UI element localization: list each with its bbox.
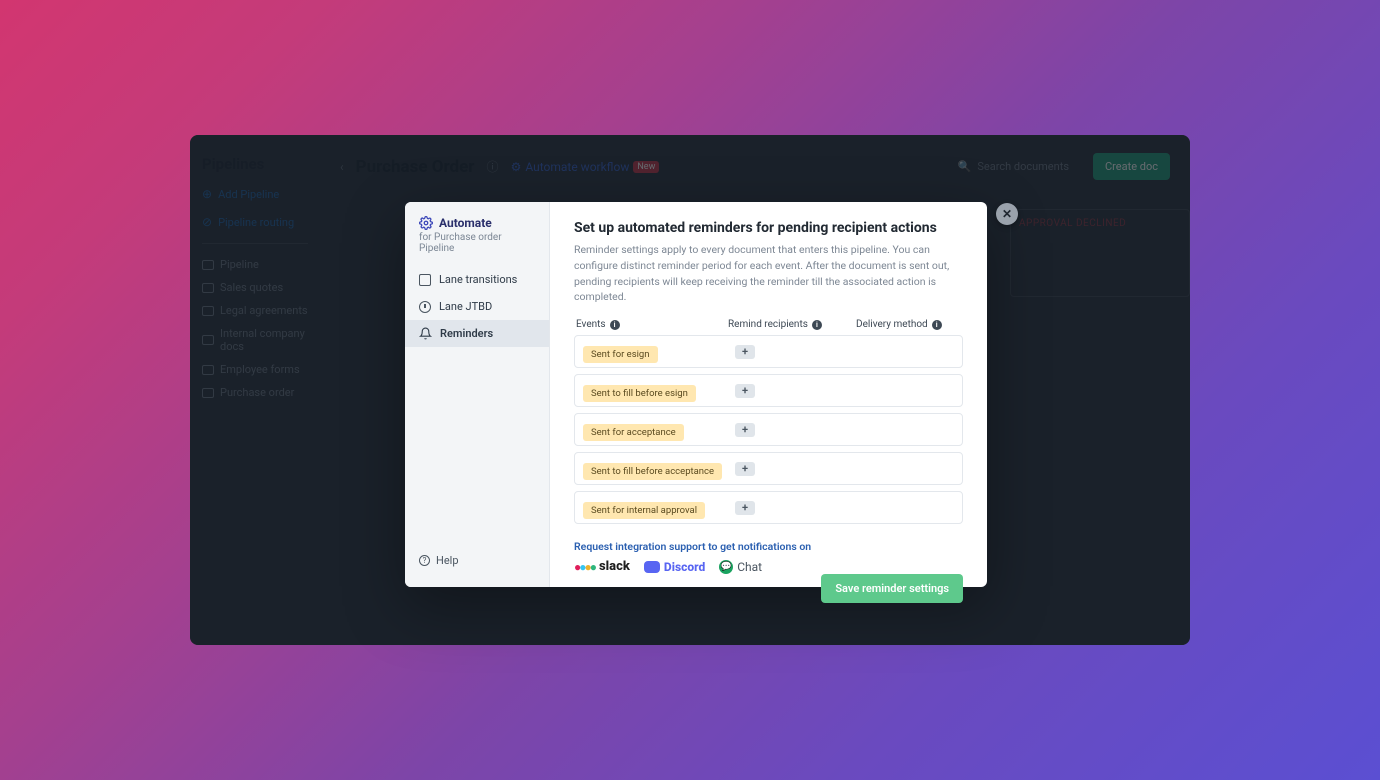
clock-icon <box>419 301 431 313</box>
tab-label: Lane JTBD <box>439 300 492 313</box>
chat-label: Chat <box>737 560 762 574</box>
tab-lane-transitions[interactable]: Lane transitions <box>405 266 549 293</box>
event-tag: Sent to fill before esign <box>583 385 696 402</box>
event-tag: Sent to fill before acceptance <box>583 463 722 480</box>
add-recipient-button[interactable]: + <box>735 345 755 359</box>
event-row: Sent to fill before acceptance + <box>574 452 963 485</box>
discord-icon <box>644 561 660 573</box>
tab-label: Reminders <box>440 327 493 340</box>
integration-label: Request integration support to get notif… <box>574 540 963 553</box>
slack-integration[interactable]: ●●●● slack <box>574 559 630 574</box>
modal-footer: Save reminder settings <box>574 574 963 603</box>
info-icon[interactable]: i <box>812 320 822 330</box>
add-recipient-button[interactable]: + <box>735 384 755 398</box>
add-recipient-button[interactable]: + <box>735 501 755 515</box>
modal-description: Reminder settings apply to every documen… <box>574 242 963 305</box>
close-modal-button[interactable]: ✕ <box>996 203 1018 225</box>
tab-label: Lane transitions <box>439 273 517 286</box>
bell-icon <box>419 327 432 340</box>
add-recipient-button[interactable]: + <box>735 423 755 437</box>
tab-lane-jtbd[interactable]: Lane JTBD <box>405 293 549 320</box>
event-row: Sent for acceptance + <box>574 413 963 446</box>
modal-sidebar-subtitle: for Purchase order Pipeline <box>419 232 535 254</box>
event-row: Sent for internal approval + <box>574 491 963 524</box>
help-label: Help <box>436 554 459 567</box>
modal-main: Set up automated reminders for pending r… <box>550 202 987 587</box>
automate-icon <box>419 216 433 230</box>
discord-label: Discord <box>664 560 705 574</box>
help-icon: ? <box>419 555 430 566</box>
info-icon[interactable]: i <box>610 320 620 330</box>
columns-icon <box>419 274 431 286</box>
add-recipient-button[interactable]: + <box>735 462 755 476</box>
event-tag: Sent for internal approval <box>583 502 705 519</box>
save-reminder-settings-button[interactable]: Save reminder settings <box>821 574 963 603</box>
modal-sidebar: Automate for Purchase order Pipeline Lan… <box>405 202 550 587</box>
col-recipients-label: Remind recipients <box>728 319 808 330</box>
event-tag: Sent for esign <box>583 346 658 363</box>
automate-modal: Automate for Purchase order Pipeline Lan… <box>405 202 987 587</box>
event-row: Sent to fill before esign + <box>574 374 963 407</box>
chat-integration[interactable]: 💬 Chat <box>719 560 762 574</box>
table-header: Events i Remind recipients i Delivery me… <box>574 319 963 335</box>
col-events-label: Events <box>576 319 606 330</box>
modal-sidebar-header: Automate for Purchase order Pipeline <box>405 216 549 266</box>
col-delivery-label: Delivery method <box>856 319 928 330</box>
chat-icon: 💬 <box>719 560 733 574</box>
discord-integration[interactable]: Discord <box>644 560 705 574</box>
slack-icon: ●●●● <box>574 560 595 574</box>
tab-reminders[interactable]: Reminders <box>405 320 549 347</box>
info-icon[interactable]: i <box>932 320 942 330</box>
event-row: Sent for esign + <box>574 335 963 368</box>
slack-label: slack <box>599 559 630 574</box>
event-tag: Sent for acceptance <box>583 424 684 441</box>
modal-sidebar-title: Automate <box>439 216 492 230</box>
integration-section: Request integration support to get notif… <box>574 540 963 574</box>
modal-title: Set up automated reminders for pending r… <box>574 220 963 236</box>
help-link[interactable]: ? Help <box>405 544 549 577</box>
